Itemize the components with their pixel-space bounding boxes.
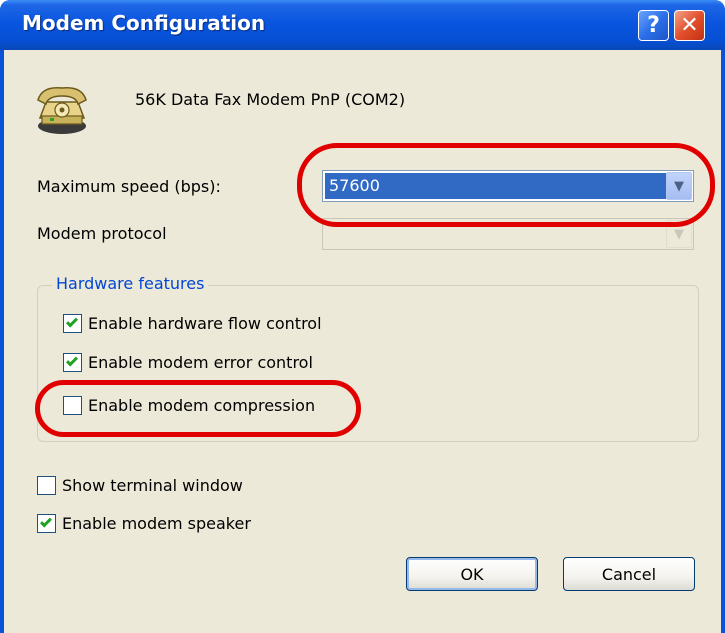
help-button[interactable]: ? [638, 10, 669, 41]
checkmark-icon [39, 515, 53, 528]
show-terminal-window-checkbox[interactable]: Show terminal window [37, 476, 243, 495]
ok-button[interactable]: OK [406, 557, 538, 591]
cancel-button[interactable]: Cancel [563, 557, 695, 591]
checkbox-box[interactable] [63, 396, 82, 415]
max-speed-select[interactable]: 57600 ▼ [322, 170, 694, 202]
checkmark-icon [65, 354, 79, 367]
modem-configuration-dialog: Modem Configuration ? ✕ 56K Data Fax Mod… [0, 0, 725, 633]
max-speed-label: Maximum speed (bps): [37, 177, 221, 196]
checkbox-box[interactable] [63, 353, 82, 372]
checkbox-label: Enable modem speaker [62, 514, 251, 533]
window-title: Modem Configuration [22, 11, 266, 35]
checkbox-box[interactable] [37, 514, 56, 533]
checkbox-label: Show terminal window [62, 476, 243, 495]
checkmark-icon [65, 315, 79, 328]
checkbox-box[interactable] [63, 314, 82, 333]
chevron-down-icon: ▼ [666, 220, 692, 248]
device-name: 56K Data Fax Modem PnP (COM2) [135, 90, 406, 109]
modem-speaker-checkbox[interactable]: Enable modem speaker [37, 514, 251, 533]
modem-compression-checkbox[interactable]: Enable modem compression [63, 396, 315, 415]
hardware-flow-control-checkbox[interactable]: Enable hardware flow control [63, 314, 322, 333]
chevron-down-icon[interactable]: ▼ [666, 172, 692, 200]
checkbox-box[interactable] [37, 476, 56, 495]
modem-error-control-checkbox[interactable]: Enable modem error control [63, 353, 313, 372]
telephone-modem-icon [37, 87, 87, 134]
modem-protocol-label: Modem protocol [37, 224, 167, 243]
close-icon: ✕ [680, 13, 699, 38]
checkbox-label: Enable modem compression [88, 396, 316, 415]
help-icon: ? [647, 13, 660, 38]
checkbox-label: Enable hardware flow control [88, 314, 322, 333]
title-bar[interactable]: Modem Configuration ? ✕ [0, 0, 725, 50]
hardware-features-title: Hardware features [52, 274, 209, 293]
checkbox-label: Enable modem error control [88, 353, 313, 372]
close-button[interactable]: ✕ [674, 10, 705, 41]
modem-protocol-select: ▼ [322, 218, 694, 250]
max-speed-value: 57600 [325, 173, 666, 199]
